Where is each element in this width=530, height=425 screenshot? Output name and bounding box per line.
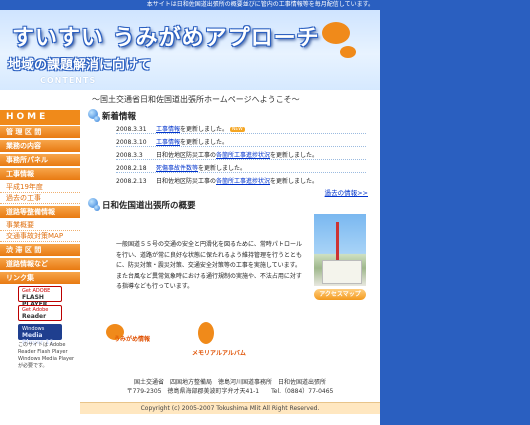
contents-label: CONTENTS <box>40 76 97 85</box>
news-row: 2008.2.13 日和佐地区防災工事の各箇所工事進捗状況を更新しました。 <box>116 176 318 185</box>
nav-sub-jiko-map[interactable]: 交通事故対策MAP <box>0 231 80 242</box>
umigame-info-link[interactable]: うみがめ情報 <box>114 334 150 343</box>
new-badge: NEW <box>230 127 245 132</box>
office-photo <box>314 214 366 286</box>
memorial-album-link[interactable]: メモリアルアルバム <box>192 348 246 357</box>
news-text: を更新しました。 <box>270 178 319 185</box>
news-heading: 新着情報 <box>102 112 137 122</box>
top-notice-bar: 本サイトは日和佐国道出張所の概要並びに管内の工事情報等を毎月配信しています。 <box>0 0 380 10</box>
news-link[interactable]: 死傷事故件数等 <box>156 165 198 172</box>
nav-kanri-kukan[interactable]: 管 理 区 間 <box>0 126 80 139</box>
news-date: 2008.2.13 <box>116 178 147 185</box>
divider <box>116 159 366 160</box>
main-content: 〜国土交通省日和佐国道出張所ホームページへようこそ〜 新着情報 2008.3.3… <box>80 90 380 380</box>
copyright: Copyright (c) 2005-2007 Tokushima Mlit A… <box>80 402 380 414</box>
news-text: を更新しました。 <box>198 165 247 172</box>
top-notice-text: 本サイトは日和佐国道出張所の概要並びに管内の工事情報等を毎月配信しています。 <box>146 1 374 8</box>
nav-home[interactable]: HOME <box>0 110 80 125</box>
news-text: を更新しました。 <box>180 139 229 146</box>
office-building-image <box>322 260 362 284</box>
news-date: 2008.3.3 <box>116 152 143 159</box>
site-title: すいすい うみがめアプローチ <box>12 26 320 51</box>
site-subtitle: 地域の課題解消に向けて <box>8 58 152 73</box>
news-row: 2008.3.31 工事情報を更新しました。 NEW <box>116 124 245 133</box>
news-row: 2008.3.3 日和佐地区防災工事の各箇所工事進捗状況を更新しました。 <box>116 150 318 159</box>
divider <box>116 133 366 134</box>
footer-address: 〒779-2305 徳島県海部郡美波町字弁才天41-1 Tel.（0884）77… <box>126 388 334 395</box>
nav-jutai-kukan[interactable]: 渋 滞 区 間 <box>0 244 80 257</box>
sidebar-nav: HOME 管 理 区 間 業務の内容 事務所パネル 工事情報 平成19年度 過去… <box>0 90 80 425</box>
header-banner: すいすい うみがめアプローチ 地域の課題解消に向けて CONTENTS <box>0 10 380 90</box>
nav-doro-joho[interactable]: 道路情報など <box>0 258 80 271</box>
office-heading: 日和佐国道出張所の概要 <box>102 201 196 211</box>
news-row: 2008.3.10 工事情報を更新しました。 <box>116 137 228 146</box>
past-info-link[interactable]: 過去の情報>> <box>325 187 368 197</box>
news-text: を更新しました。 <box>270 152 319 159</box>
nav-gyomu-naiyo[interactable]: 業務の内容 <box>0 140 80 153</box>
nav-koji-joho[interactable]: 工事情報 <box>0 168 80 181</box>
access-map-button[interactable]: アクセスマップ <box>314 289 366 300</box>
news-date: 2008.3.10 <box>116 139 147 146</box>
windows-media-badge[interactable]: Windows Media Player 11 <box>18 324 62 346</box>
news-date: 2008.3.31 <box>116 126 147 133</box>
nav-doro-seibi[interactable]: 道路等整備情報 <box>0 206 80 219</box>
news-prefix: 日和佐地区防災工事の <box>156 178 217 185</box>
news-link[interactable]: 各箇所工事進捗状況 <box>216 152 270 159</box>
news-date: 2008.2.18 <box>116 165 147 172</box>
plugin-note: このサイトは Adobe Reader Flash Player Windows… <box>18 342 75 369</box>
seal-mascot-icon[interactable] <box>198 322 214 344</box>
reader-badge-bottom: Reader <box>22 313 47 320</box>
footer-org: 国土交通省 四国地方整備局 徳島河川国道事務所 日和佐国道出張所 <box>133 379 326 386</box>
nav-sub-h19[interactable]: 平成19年度 <box>0 182 80 193</box>
divider <box>116 146 366 147</box>
nav-sub-past[interactable]: 過去の工事 <box>0 193 80 204</box>
nav-link[interactable]: リンク集 <box>0 272 80 285</box>
mascot-banners: うみがめ情報 メモリアルアルバム <box>106 322 296 360</box>
office-description: 一般国道５５号の交通の安全と円滑化を図るために、常時パトロールを行い、道路が常に… <box>116 241 303 290</box>
flash-player-badge[interactable]: Get ADOBE FLASH PLAYER <box>18 286 62 308</box>
adobe-reader-badge[interactable]: Get Adobe Reader <box>18 305 62 321</box>
news-link[interactable]: 各箇所工事進捗状況 <box>216 178 270 185</box>
divider <box>116 172 366 173</box>
turtle-logo-small-icon <box>340 46 356 58</box>
news-link[interactable]: 工事情報 <box>156 126 180 133</box>
turtle-logo-icon <box>322 22 350 44</box>
welcome-heading: 〜国土交通省日和佐国道出張所ホームページへようこそ〜 <box>92 95 300 104</box>
bubble-small-icon <box>94 116 100 122</box>
bubble-small-icon <box>94 205 100 211</box>
news-text: を更新しました。 <box>180 126 229 133</box>
news-prefix: 日和佐地区防災工事の <box>156 152 217 159</box>
nav-jimusho-panel[interactable]: 事務所パネル <box>0 154 80 167</box>
news-row: 2008.2.18 死傷事故件数等を更新しました。 <box>116 163 246 172</box>
news-link[interactable]: 工事情報 <box>156 139 180 146</box>
nav-sub-jigyo[interactable]: 事業概要 <box>0 220 80 231</box>
right-background <box>380 0 530 425</box>
